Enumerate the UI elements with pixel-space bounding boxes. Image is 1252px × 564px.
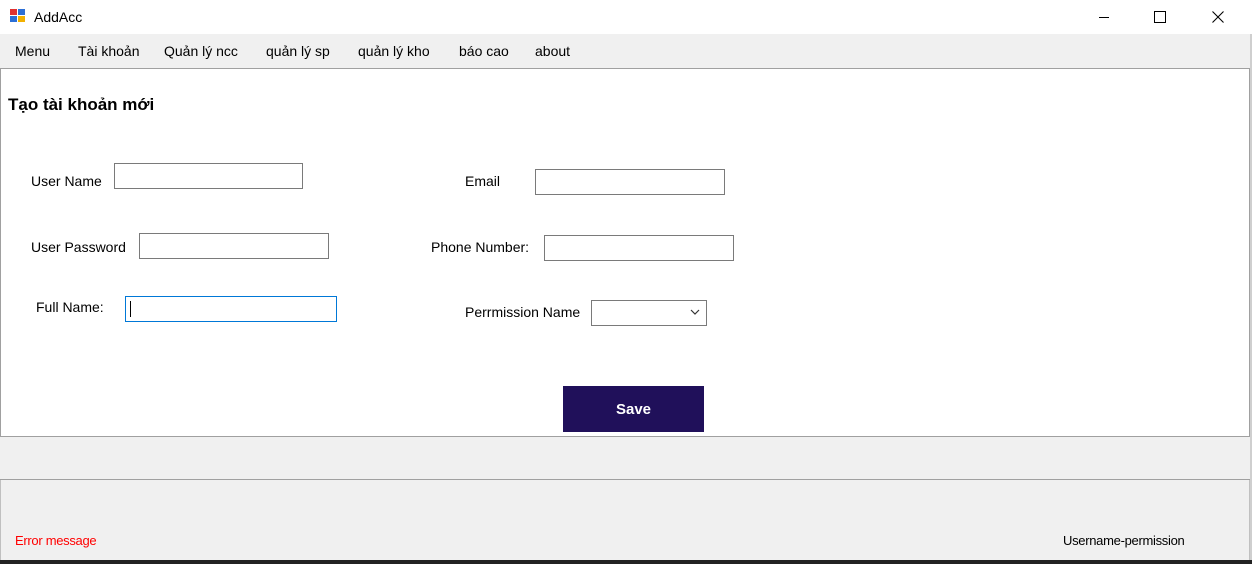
close-button[interactable]	[1189, 0, 1247, 34]
minimize-button[interactable]	[1075, 0, 1133, 34]
phone-input[interactable]	[544, 235, 734, 261]
status-bar: Error message Username-permission	[0, 480, 1250, 560]
app-window-icon	[10, 9, 26, 23]
taskbar-edge	[0, 560, 1252, 564]
phone-label: Phone Number:	[431, 239, 530, 255]
username-label: User Name	[31, 173, 102, 189]
text-caret	[130, 301, 131, 317]
user-permission-label: Username-permission	[1063, 533, 1185, 548]
page-title: Tạo tài khoản mới	[8, 95, 155, 114]
permission-select[interactable]	[591, 300, 707, 326]
separator-panel	[0, 437, 1250, 480]
menu-item-about[interactable]: about	[535, 43, 570, 59]
maximize-icon	[1154, 11, 1166, 23]
fullname-input[interactable]	[125, 296, 337, 322]
menu-item-menu[interactable]: Menu	[15, 43, 50, 59]
menu-item-quan-ly-sp[interactable]: quản lý sp	[266, 43, 330, 59]
window-title: AddAcc	[34, 9, 83, 25]
menu-item-quan-ly-kho[interactable]: quản lý kho	[358, 43, 430, 59]
save-button[interactable]: Save	[563, 386, 704, 432]
permission-label: Perrmission Name	[465, 304, 581, 320]
chevron-down-icon	[690, 309, 700, 315]
maximize-button[interactable]	[1131, 0, 1189, 34]
username-input[interactable]	[114, 163, 303, 189]
minimize-icon	[1099, 17, 1109, 18]
add-account-form: Tạo tài khoản mới User Name User Passwor…	[0, 68, 1250, 437]
menu-item-quan-ly-ncc[interactable]: Quản lý ncc	[164, 43, 238, 59]
fullname-label: Full Name:	[36, 299, 104, 315]
email-label: Email	[465, 173, 501, 189]
email-input[interactable]	[535, 169, 725, 195]
password-label: User Password	[31, 239, 126, 255]
error-message: Error message	[15, 533, 97, 548]
password-input[interactable]	[139, 233, 329, 259]
close-icon	[1212, 11, 1224, 23]
title-bar: AddAcc	[0, 0, 1252, 34]
menu-item-tai-khoan[interactable]: Tài khoản	[78, 43, 139, 59]
menu-bar: Menu Tài khoản Quản lý ncc quản lý sp qu…	[0, 34, 1252, 68]
menu-item-bao-cao[interactable]: báo cao	[459, 43, 509, 59]
